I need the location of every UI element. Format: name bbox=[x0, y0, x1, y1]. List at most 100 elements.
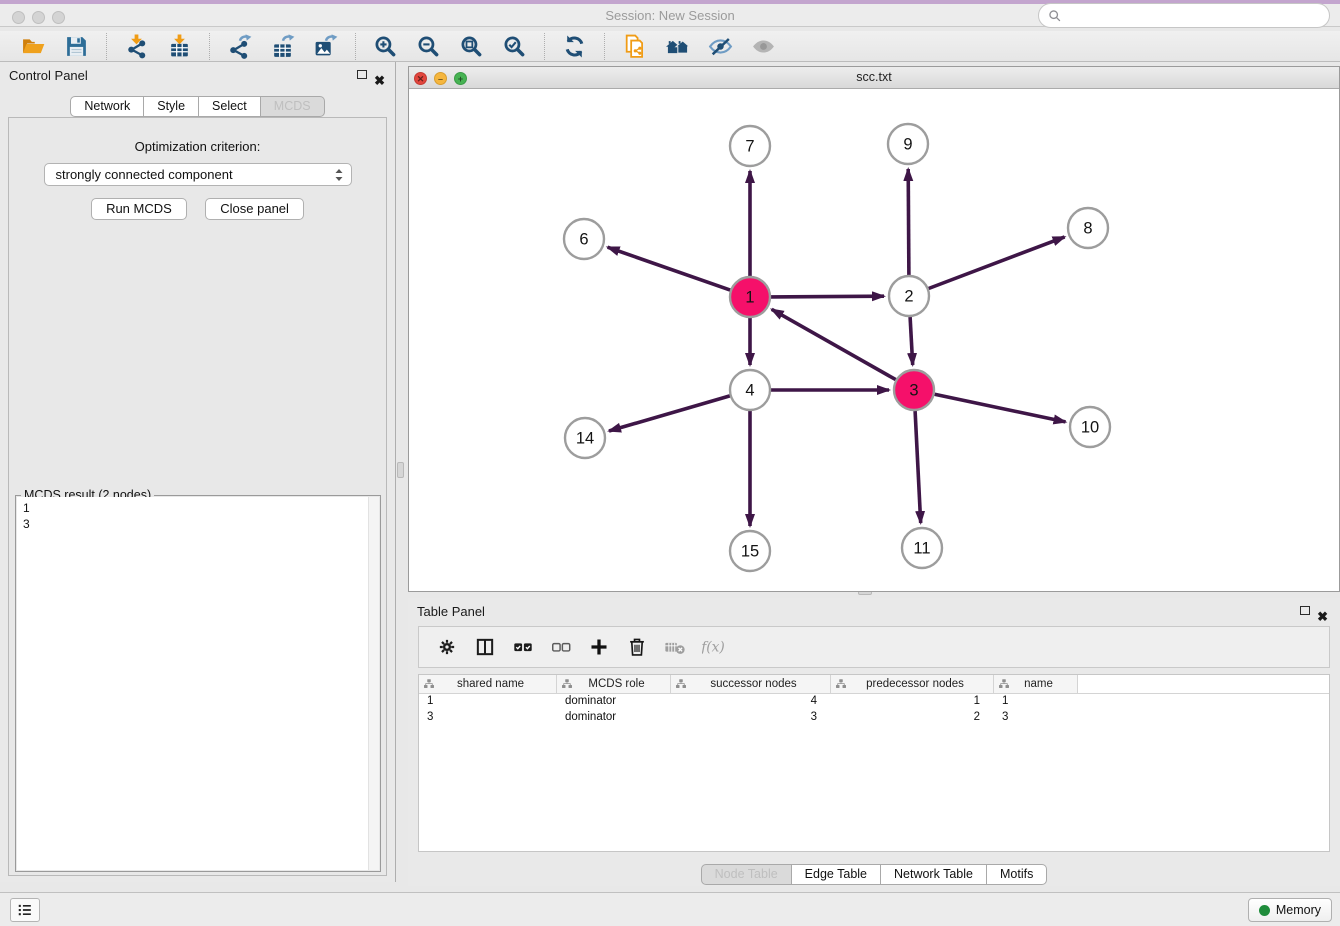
home-button[interactable] bbox=[664, 33, 691, 60]
control-panel-header: Control Panel ✖ bbox=[0, 62, 395, 89]
search-box[interactable] bbox=[1038, 3, 1330, 28]
node-3[interactable]: 3 bbox=[894, 370, 934, 410]
table-cell: 3 bbox=[994, 710, 1078, 726]
node-7[interactable]: 7 bbox=[730, 126, 770, 166]
column-header-shared-name[interactable]: shared name bbox=[419, 675, 557, 693]
network-canvas[interactable]: 7 9 6 8 1 2 4 3 14 10 15 11 bbox=[409, 89, 1339, 591]
delete-row-button[interactable] bbox=[626, 636, 648, 658]
open-file-button[interactable] bbox=[20, 33, 47, 60]
hide-selected-button[interactable] bbox=[707, 33, 734, 60]
tab-style[interactable]: Style bbox=[144, 96, 199, 117]
function-icon: f(x) bbox=[702, 636, 724, 658]
select-all-button[interactable] bbox=[512, 636, 534, 658]
tab-select[interactable]: Select bbox=[199, 96, 261, 117]
add-row-button[interactable] bbox=[588, 636, 610, 658]
table-cell: dominator bbox=[557, 694, 671, 710]
node-11[interactable]: 11 bbox=[902, 528, 942, 568]
result-scrollbar[interactable] bbox=[368, 497, 379, 870]
add-row-icon bbox=[588, 636, 610, 658]
node-8[interactable]: 8 bbox=[1068, 208, 1108, 248]
node-label: 11 bbox=[913, 540, 930, 558]
table-row[interactable]: 1dominator411 bbox=[419, 694, 1329, 710]
zoom-out-button[interactable] bbox=[415, 33, 442, 60]
node-10[interactable]: 10 bbox=[1070, 407, 1110, 447]
tab-mcds[interactable]: MCDS bbox=[261, 96, 325, 117]
toolbar-separator bbox=[544, 33, 545, 60]
delete-column-icon bbox=[664, 636, 686, 658]
table-toolbar: f(x) bbox=[418, 626, 1330, 668]
column-label: name bbox=[1010, 678, 1077, 690]
toolbar-separator bbox=[106, 33, 107, 60]
edge-3-1[interactable] bbox=[772, 309, 896, 379]
edge-3-10[interactable] bbox=[935, 394, 1066, 422]
table-tabs: Node TableEdge TableNetwork TableMotifs bbox=[408, 864, 1340, 885]
import-network-icon bbox=[124, 34, 149, 59]
node-9[interactable]: 9 bbox=[888, 124, 928, 164]
table-cell: 3 bbox=[671, 710, 831, 726]
task-history-button[interactable] bbox=[10, 898, 40, 922]
gear-button[interactable] bbox=[436, 636, 458, 658]
tab-edge-table[interactable]: Edge Table bbox=[792, 864, 881, 885]
hide-selected-icon bbox=[708, 34, 733, 59]
duplicate-network-button[interactable] bbox=[621, 33, 648, 60]
node-2[interactable]: 2 bbox=[889, 276, 929, 316]
node-label: 8 bbox=[1083, 220, 1092, 238]
node-4[interactable]: 4 bbox=[730, 370, 770, 410]
column-header-successor-nodes[interactable]: successor nodes bbox=[671, 675, 831, 693]
node-label: 10 bbox=[1081, 419, 1099, 437]
node-1[interactable]: 1 bbox=[730, 277, 770, 317]
zoom-in-button[interactable] bbox=[372, 33, 399, 60]
mcds-result-line: 3 bbox=[23, 516, 379, 532]
run-mcds-button[interactable]: Run MCDS bbox=[91, 198, 187, 220]
vertical-splitter-handle[interactable] bbox=[397, 462, 404, 478]
edge-4-14[interactable] bbox=[609, 396, 730, 431]
edge-2-8[interactable] bbox=[929, 237, 1065, 289]
tab-node-table[interactable]: Node Table bbox=[701, 864, 792, 885]
search-icon bbox=[1048, 9, 1062, 23]
refresh-button[interactable] bbox=[561, 33, 588, 60]
export-network-button[interactable] bbox=[226, 33, 253, 60]
deselect-all-button[interactable] bbox=[550, 636, 572, 658]
home-icon bbox=[665, 34, 690, 59]
criterion-select[interactable]: strongly connected component bbox=[44, 163, 352, 186]
export-table-icon bbox=[270, 34, 295, 59]
edge-1-2[interactable] bbox=[771, 296, 884, 297]
node-label: 15 bbox=[741, 543, 759, 561]
tab-network[interactable]: Network bbox=[70, 96, 144, 117]
tab-network-table[interactable]: Network Table bbox=[881, 864, 987, 885]
export-image-button[interactable] bbox=[312, 33, 339, 60]
export-table-button[interactable] bbox=[269, 33, 296, 60]
import-table-button[interactable] bbox=[166, 33, 193, 60]
network-graph: 7 9 6 8 1 2 4 3 14 10 15 11 bbox=[409, 89, 1339, 591]
zoom-in-icon bbox=[373, 34, 398, 59]
node-14[interactable]: 14 bbox=[565, 418, 605, 458]
float-table-panel-icon[interactable] bbox=[1300, 606, 1310, 615]
zoom-selected-button[interactable] bbox=[501, 33, 528, 60]
close-panel-icon[interactable]: ✖ bbox=[374, 67, 385, 94]
table-row[interactable]: 3dominator323 bbox=[419, 710, 1329, 726]
control-panel-tabs: NetworkStyleSelectMCDS bbox=[0, 96, 395, 117]
tab-motifs[interactable]: Motifs bbox=[987, 864, 1047, 885]
import-network-button[interactable] bbox=[123, 33, 150, 60]
duplicate-network-icon bbox=[622, 34, 647, 59]
save-session-button[interactable] bbox=[63, 33, 90, 60]
search-input[interactable] bbox=[1067, 8, 1320, 23]
edge-3-11[interactable] bbox=[915, 411, 921, 523]
column-header-MCDS-role[interactable]: MCDS role bbox=[557, 675, 671, 693]
float-panel-icon[interactable] bbox=[357, 70, 367, 79]
delete-column-button bbox=[664, 636, 686, 658]
close-panel-button[interactable]: Close panel bbox=[205, 198, 304, 220]
node-6[interactable]: 6 bbox=[564, 219, 604, 259]
edge-1-6[interactable] bbox=[608, 247, 731, 290]
edge-2-9[interactable] bbox=[908, 169, 909, 275]
column-header-predecessor-nodes[interactable]: predecessor nodes bbox=[831, 675, 994, 693]
memory-button[interactable]: Memory bbox=[1248, 898, 1332, 922]
toolbar-separator bbox=[209, 33, 210, 60]
node-15[interactable]: 15 bbox=[730, 531, 770, 571]
zoom-fit-button[interactable] bbox=[458, 33, 485, 60]
column-header-name[interactable]: name bbox=[994, 675, 1078, 693]
edge-2-3[interactable] bbox=[910, 317, 913, 365]
mcds-result-area[interactable]: 13 bbox=[17, 497, 379, 870]
refresh-icon bbox=[562, 34, 587, 59]
columns-button[interactable] bbox=[474, 636, 496, 658]
